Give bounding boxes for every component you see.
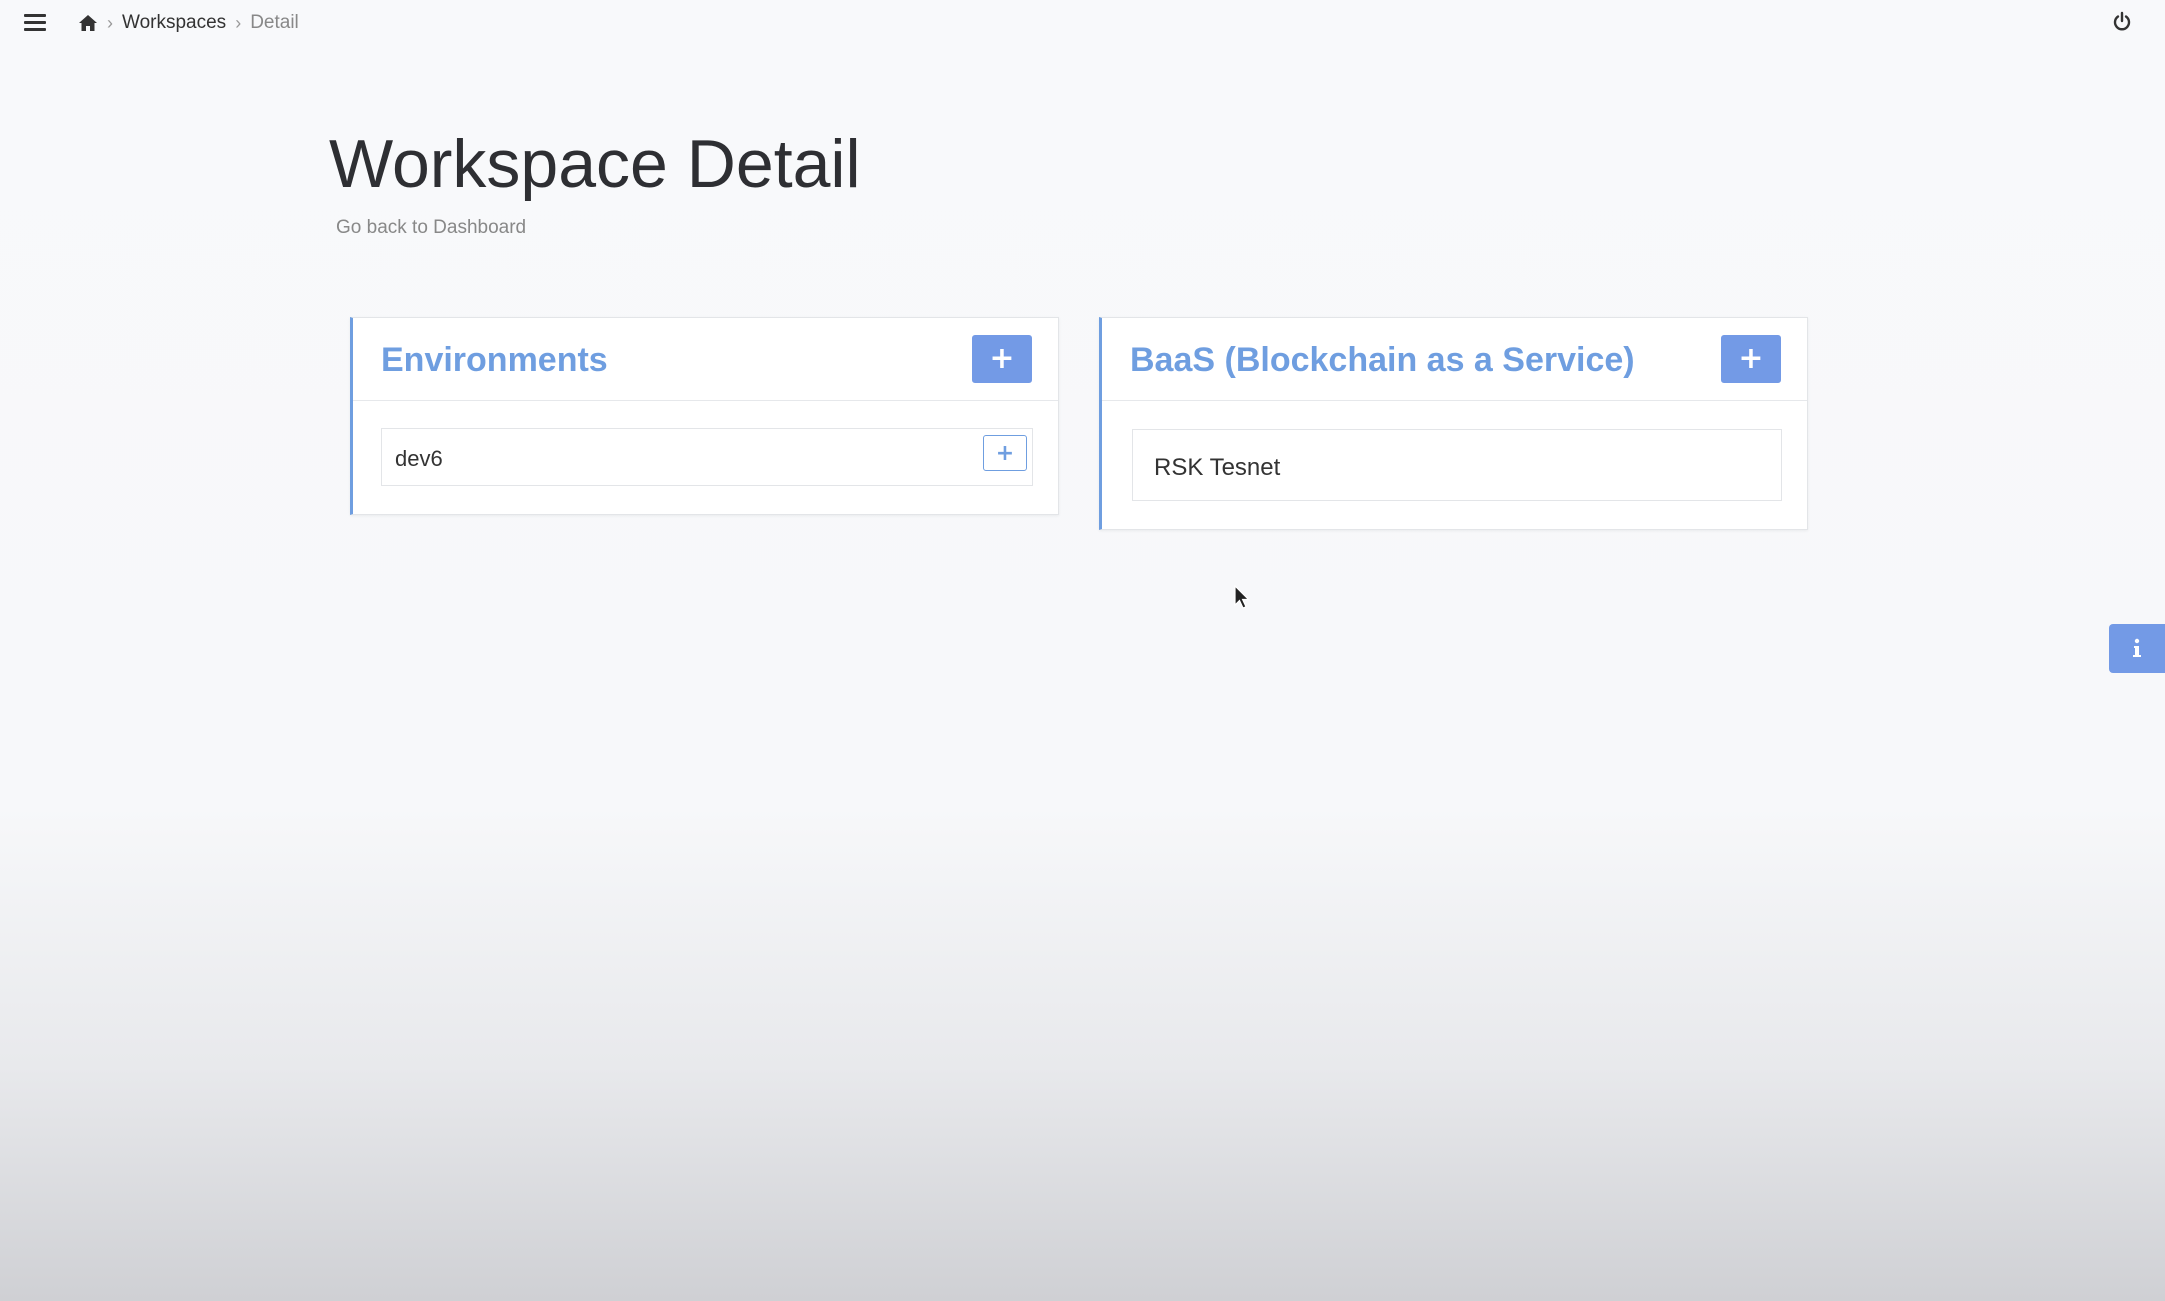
add-environment-button[interactable]: +	[972, 335, 1032, 383]
baas-title: BaaS (Blockchain as a Service)	[1130, 341, 1635, 379]
environment-list-item[interactable]: dev6 +	[381, 428, 1033, 486]
environments-card-header: Environments +	[353, 318, 1058, 401]
baas-list-item[interactable]: RSK Tesnet	[1132, 429, 1782, 501]
breadcrumb-workspaces-link[interactable]: Workspaces	[122, 12, 226, 34]
baas-name: RSK Tesnet	[1154, 454, 1281, 481]
breadcrumb: › Workspaces › Detail	[78, 12, 299, 34]
breadcrumb-separator-icon: ›	[107, 12, 113, 33]
add-baas-button[interactable]: +	[1721, 335, 1781, 383]
breadcrumb-current: Detail	[250, 12, 299, 33]
info-icon	[2133, 638, 2141, 657]
back-to-dashboard-link[interactable]: Go back to Dashboard	[336, 217, 526, 239]
home-icon[interactable]	[78, 13, 98, 33]
page-title: Workspace Detail	[329, 126, 861, 202]
environments-card: Environments + dev6 +	[350, 317, 1059, 515]
add-to-environment-button[interactable]: +	[983, 435, 1027, 471]
mouse-cursor-icon	[1234, 585, 1250, 609]
top-bar: › Workspaces › Detail	[0, 0, 2165, 46]
power-icon[interactable]	[2111, 11, 2133, 33]
baas-card: BaaS (Blockchain as a Service) + RSK Tes…	[1099, 317, 1808, 530]
environment-name: dev6	[395, 446, 443, 471]
breadcrumb-separator-icon: ›	[235, 12, 242, 33]
baas-card-header: BaaS (Blockchain as a Service) +	[1102, 318, 1807, 401]
info-tab-button[interactable]	[2109, 624, 2165, 673]
environments-title: Environments	[381, 341, 608, 379]
hamburger-menu-icon[interactable]	[24, 14, 46, 32]
